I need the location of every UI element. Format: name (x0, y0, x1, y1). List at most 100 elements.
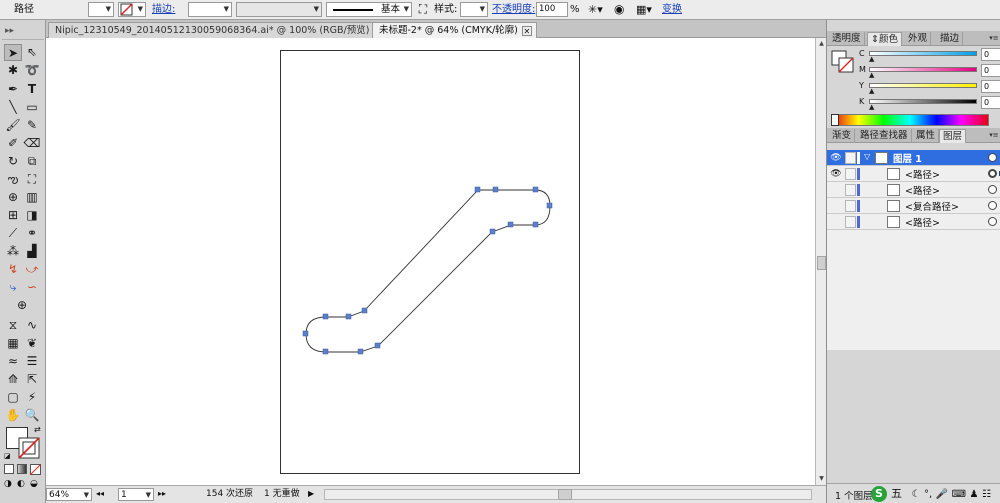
variable-width-profile[interactable]: ▼ (236, 2, 322, 17)
graphic-style-dropdown[interactable]: ▼ (460, 2, 488, 17)
artboard-nav-first-icon[interactable]: ◂◂ (96, 488, 118, 501)
microphone-icon[interactable]: 🎤 (936, 489, 948, 500)
artboard-nav-last-icon[interactable]: ▸▸ (158, 488, 180, 501)
align-options-icon[interactable]: ⛶ (416, 2, 430, 17)
none-mode-icon[interactable] (30, 464, 41, 475)
tab-pathfinder[interactable]: 路径查找器 (857, 129, 912, 143)
tab-gradient[interactable]: 渐变 (829, 129, 856, 143)
scroll-up-icon[interactable]: ▲ (817, 39, 826, 49)
transform-link[interactable]: 变换 (662, 2, 682, 17)
horizontal-scroll-thumb[interactable] (558, 489, 572, 500)
item-name[interactable]: <路径> (905, 215, 940, 229)
lock-toggle[interactable] (845, 184, 856, 196)
fill-color-dropdown[interactable]: ▼ (88, 2, 114, 17)
symbol-sprayer-tool-icon[interactable]: ⁂ (4, 243, 22, 260)
eye-icon[interactable]: 👁 (830, 152, 842, 164)
target-icon[interactable] (988, 153, 997, 162)
tab-layers[interactable]: 图层 (939, 129, 967, 143)
tab-appearance[interactable]: 外观 (905, 32, 932, 46)
gradient-tool-icon[interactable]: ◨ (23, 207, 41, 224)
slider-handle-icon[interactable]: ▲ (869, 88, 874, 95)
lock-toggle[interactable] (845, 216, 856, 228)
tab-attributes[interactable]: 属性 (913, 129, 940, 143)
brush-definition-dropdown[interactable]: 基本 ▼ (326, 2, 412, 17)
default-colors-icon[interactable]: ◪ (4, 452, 11, 460)
slider-handle-icon[interactable]: ▲ (869, 72, 874, 79)
yellow-slider[interactable]: Y ▲ 0 (857, 80, 1000, 95)
yellow-bar[interactable] (869, 83, 977, 88)
panel-menu-icon[interactable]: ▾≡ (989, 129, 999, 141)
slice-tool-icon[interactable]: ⟰ (4, 371, 22, 388)
tab-stroke[interactable]: 描边 (937, 32, 964, 46)
punctuation-icon[interactable]: °, (924, 489, 932, 500)
escalator-path[interactable] (46, 38, 815, 485)
magenta-value[interactable]: 0 (981, 64, 1000, 77)
magic-wand-tool-icon[interactable]: ✱ (4, 62, 22, 79)
target-icon[interactable] (988, 201, 997, 210)
selection-tool-icon[interactable]: ➤ (4, 44, 22, 61)
globe-tool-icon[interactable]: ⊕ (13, 297, 31, 314)
draw-normal-icon[interactable]: ◑ (4, 479, 12, 489)
layer-name[interactable]: 图层 1 (893, 151, 922, 165)
anchor-tool-icon[interactable]: ⤷ (4, 279, 22, 296)
free-transform-tool-icon[interactable]: ⛶ (23, 171, 41, 188)
cyan-bar[interactable] (869, 51, 977, 56)
zoom-tool-icon[interactable]: 🔍 (23, 407, 41, 424)
keyboard-icon[interactable]: ⌨ (952, 489, 966, 500)
slider-handle-icon[interactable]: ▲ (869, 104, 874, 111)
warp-shape-tool-icon[interactable]: ∿ (23, 317, 41, 334)
shape-builder-tool-icon[interactable]: ⊕ (4, 189, 22, 206)
tools-panel-grip[interactable]: ▸▸ (2, 22, 44, 40)
envelope-tool-icon[interactable]: ⧖ (4, 317, 22, 334)
reshape-tool-icon[interactable]: ⤻ (23, 261, 41, 278)
blob-brush-tool-icon[interactable]: ✐ (4, 135, 22, 152)
eye-icon[interactable] (830, 184, 842, 196)
ime-toolbar[interactable]: S五 ☾ °, 🎤 ⌨ ♟ ☷ (871, 486, 991, 502)
zoom-field[interactable]: 64% ▼ (46, 488, 92, 501)
black-slider[interactable]: K ▲ 0 (857, 96, 1000, 111)
column-graph-tool-icon[interactable]: ▟ (23, 243, 41, 260)
close-icon[interactable]: ✕ (521, 25, 532, 36)
opacity-link[interactable]: 不透明度: (492, 2, 535, 17)
path-tool-icon[interactable]: ∽ (23, 279, 41, 296)
eye-icon[interactable] (830, 216, 842, 228)
tab-color[interactable]: ⇕颜色 (867, 32, 902, 46)
width-tool-icon[interactable]: ↯ (4, 261, 22, 278)
stroke-link[interactable]: 描边: (152, 2, 175, 17)
eyedropper-tool-icon[interactable]: ⟋ (4, 225, 22, 242)
swap-colors-icon[interactable]: ⇄ (34, 425, 41, 434)
screen-mode-icon[interactable]: ◐ (17, 479, 25, 489)
status-menu-icon[interactable]: ▶ (308, 488, 314, 501)
target-icon[interactable] (988, 169, 997, 178)
recolor-artwork-icon[interactable]: ✳▾ (588, 2, 608, 17)
lock-toggle[interactable] (845, 168, 856, 180)
magenta-slider[interactable]: M ▲ 0 (857, 64, 1000, 79)
tools-icon[interactable]: ☷ (982, 489, 991, 500)
gradient-mode-icon[interactable] (17, 464, 27, 474)
fill-stroke-widget[interactable]: ⇄ ◪ (4, 425, 44, 461)
target-icon[interactable] (988, 185, 997, 194)
artboard-tool-icon[interactable]: ▢ (4, 389, 22, 406)
list-tool-icon[interactable]: ☰ (23, 353, 41, 370)
canvas[interactable] (46, 38, 815, 485)
rectangle-tool-icon[interactable]: ▭ (23, 99, 41, 116)
slider-handle-icon[interactable]: ▲ (869, 56, 874, 63)
item-name[interactable]: <复合路径> (905, 199, 959, 213)
panel-menu-icon[interactable]: ▾≡ (989, 32, 999, 44)
warp-tool-icon[interactable]: ఌ (4, 171, 22, 188)
eraser-tool-icon[interactable]: ⌫ (23, 135, 41, 152)
slice-select-tool-icon[interactable]: ⇱ (23, 371, 41, 388)
color-spectrum[interactable] (831, 114, 989, 126)
target-icon[interactable] (988, 217, 997, 226)
lasso-tool-icon[interactable]: ➰ (23, 62, 41, 79)
stroke-color-dropdown[interactable]: ▼ (118, 2, 146, 17)
fill-stroke-indicator[interactable] (831, 50, 855, 74)
list-item[interactable]: <路径> (827, 214, 1000, 230)
draw-inside-icon[interactable]: ◒ (30, 479, 38, 489)
perspective-grid-tool-icon[interactable]: ▥ (23, 189, 41, 206)
list-item[interactable]: <路径> (827, 182, 1000, 198)
ime-logo-icon[interactable]: S (871, 486, 887, 502)
cyan-value[interactable]: 0 (981, 48, 1000, 61)
tab-transparency[interactable]: 透明度 (829, 32, 865, 46)
artboard-number-field[interactable]: 1 ▼ (118, 488, 154, 501)
